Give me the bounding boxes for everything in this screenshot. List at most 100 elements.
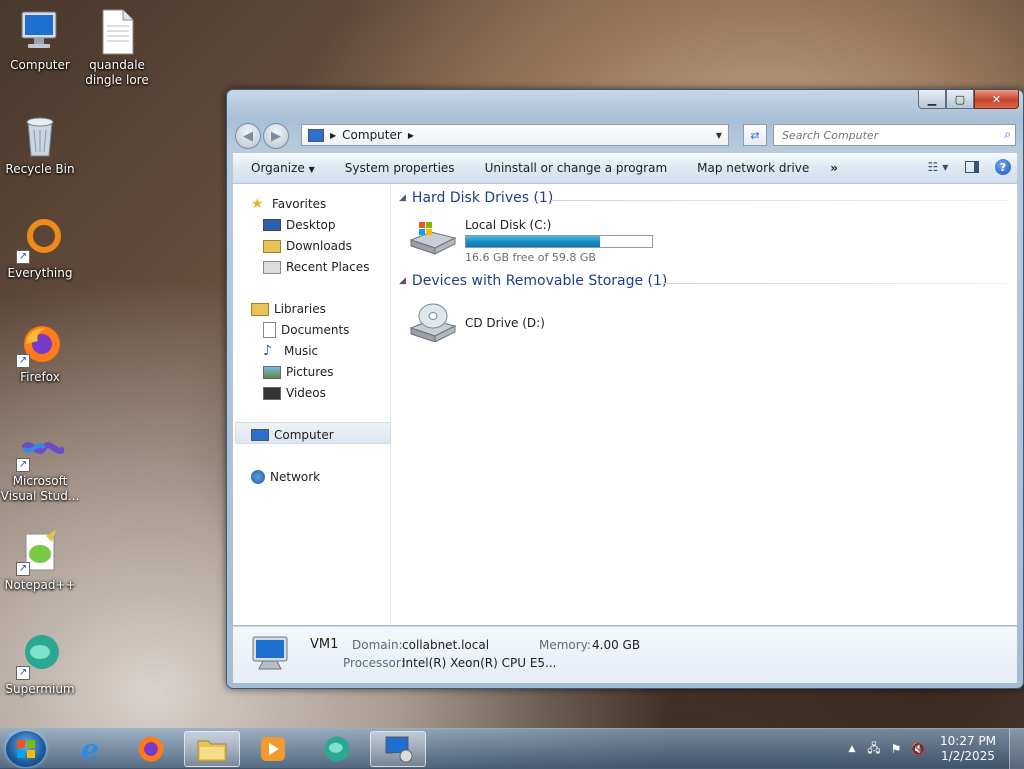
remote-desktop-icon: [385, 736, 413, 763]
breadcrumb-separator-icon[interactable]: ▶: [330, 131, 336, 140]
nav-computer[interactable]: Computer: [251, 425, 334, 445]
clock[interactable]: 10:27 PM 1/2/2025: [933, 734, 1003, 764]
notepad-plus-plus-icon: ↗: [16, 528, 64, 576]
nav-label: Videos: [286, 386, 326, 400]
desktop-icon-recycle-bin[interactable]: Recycle Bin: [0, 112, 80, 177]
navigation-pane: ★ Favorites Desktop Downloads Recent Plac…: [233, 184, 391, 625]
cd-drive-icon: [409, 302, 457, 345]
action-center-flag-icon[interactable]: ⚑: [885, 742, 907, 756]
drive-cd-d[interactable]: CD Drive (D:): [409, 302, 545, 345]
downloads-folder-icon: [263, 239, 281, 253]
nav-network[interactable]: Network: [251, 467, 320, 487]
desktop-icon-label: quandale dingle lore: [85, 58, 149, 87]
everything-search-icon: ↗: [16, 216, 64, 264]
firefox-icon: [138, 736, 164, 762]
breadcrumb-chevron-icon[interactable]: ▶: [408, 131, 414, 140]
collapse-triangle-icon[interactable]: ◢: [399, 276, 406, 286]
group-title: Hard Disk Drives (1): [411, 190, 554, 206]
desktop-icon-notepad-plus-plus[interactable]: ↗ Notepad++: [0, 528, 80, 593]
desktop-icon-everything[interactable]: ↗ Everything: [0, 216, 80, 281]
network-tray-icon[interactable]: 🖧: [863, 739, 885, 760]
processor-value: Intel(R) Xeon(R) CPU E5...: [402, 656, 557, 670]
taskbar: e ▲ 🖧 ⚑ 🔇 10:27 PM 1/2/2025: [0, 728, 1024, 769]
desktop-icon-label: Recycle Bin: [5, 162, 75, 176]
shortcut-arrow-icon: ↗: [16, 666, 30, 680]
start-button[interactable]: [6, 731, 46, 767]
taskbar-internet-explorer[interactable]: e: [62, 731, 118, 767]
map-network-drive-button[interactable]: Map network drive: [682, 161, 824, 175]
group-header-hard-disk-drives[interactable]: ◢ Hard Disk Drives (1): [399, 190, 553, 206]
taskbar-firefox[interactable]: [123, 731, 179, 767]
show-desktop-button[interactable]: [1009, 729, 1024, 769]
desktop-icon-computer[interactable]: Computer: [0, 8, 80, 73]
content-pane: ◢ Hard Disk Drives (1) Local Disk (C:) 16…: [391, 184, 1017, 625]
computer-small-icon: [308, 128, 324, 142]
internet-explorer-icon: e: [81, 732, 99, 766]
nav-libraries[interactable]: Libraries: [251, 299, 326, 319]
supermium-icon: ↗: [16, 632, 64, 680]
nav-favorites[interactable]: ★ Favorites: [251, 194, 326, 214]
show-hidden-icons-button[interactable]: ▲: [841, 744, 863, 754]
collapse-triangle-icon[interactable]: ◢: [399, 193, 406, 203]
help-icon[interactable]: ?: [995, 159, 1011, 175]
group-divider: [551, 200, 1009, 201]
nav-label: Network: [270, 470, 321, 484]
computer-name: VM1: [310, 637, 339, 652]
group-header-removable-storage[interactable]: ◢ Devices with Removable Storage (1): [399, 273, 667, 289]
drive-usage-bar: [465, 235, 653, 248]
maximize-button[interactable]: ▢: [946, 90, 974, 109]
address-dropdown-icon[interactable]: ▼: [710, 125, 728, 145]
forward-button[interactable]: ▶: [263, 123, 289, 149]
folder-icon: [197, 740, 227, 762]
change-view-button[interactable]: ☷ ▼: [927, 158, 949, 176]
shortcut-arrow-icon: ↗: [16, 250, 30, 264]
desktop-icon-visual-studio[interactable]: ↗ Microsoft Visual Stud...: [0, 424, 80, 504]
media-player-icon: [261, 737, 285, 761]
desktop-icon-label: Firefox: [20, 370, 60, 384]
details-pane: VM1 Domain: collabnet.local Memory: 4.00…: [233, 626, 1017, 683]
taskbar-media-player[interactable]: [245, 731, 301, 767]
nav-videos[interactable]: Videos: [263, 383, 326, 403]
organize-button[interactable]: Organize ▼: [233, 161, 330, 175]
desktop-icon-label: Microsoft Visual Stud...: [0, 474, 80, 503]
desktop-icon-supermium[interactable]: ↗ Supermium: [0, 632, 80, 697]
address-bar[interactable]: ▶ Computer ▶ ▼: [301, 124, 729, 146]
taskbar-remote-desktop[interactable]: [370, 731, 426, 767]
nav-pictures[interactable]: Pictures: [263, 362, 334, 382]
search-icon[interactable]: ⌕: [1004, 127, 1011, 142]
more-commands-button[interactable]: »: [824, 161, 844, 175]
documents-icon: [263, 322, 276, 338]
close-button[interactable]: ✕: [974, 90, 1019, 109]
nav-downloads[interactable]: Downloads: [263, 236, 352, 256]
nav-desktop[interactable]: Desktop: [263, 215, 336, 235]
volume-muted-icon[interactable]: 🔇: [907, 742, 929, 756]
refresh-button[interactable]: ⇄: [743, 124, 767, 146]
uninstall-program-button[interactable]: Uninstall or change a program: [470, 161, 683, 175]
nav-label: Pictures: [286, 365, 334, 379]
pictures-icon: [263, 365, 281, 379]
computer-large-icon: [249, 635, 293, 678]
taskbar-windows-explorer[interactable]: [184, 731, 240, 767]
star-icon: ★: [251, 196, 264, 212]
windows-logo-icon: [17, 740, 35, 758]
search-box[interactable]: ⌕: [773, 124, 1016, 146]
nav-recent-places[interactable]: Recent Places: [263, 257, 369, 277]
breadcrumb-computer[interactable]: Computer: [342, 128, 402, 142]
preview-pane-button[interactable]: [961, 158, 983, 176]
minimize-button[interactable]: ▁: [918, 90, 946, 109]
system-properties-button[interactable]: System properties: [330, 161, 470, 175]
memory-value: 4.00 GB: [592, 638, 641, 652]
nav-music[interactable]: ♪ Music: [263, 341, 318, 361]
desktop-icon-label: Supermium: [5, 682, 75, 696]
nav-documents[interactable]: Documents: [263, 320, 349, 340]
music-note-icon: ♪: [263, 343, 272, 359]
drive-local-disk-c[interactable]: Local Disk (C:) 16.6 GB free of 59.8 GB: [409, 218, 653, 264]
search-input[interactable]: [780, 127, 994, 143]
domain-label: Domain:: [352, 638, 403, 652]
desktop-icon-firefox[interactable]: ↗ Firefox: [0, 320, 80, 385]
taskbar-supermium[interactable]: [309, 731, 365, 767]
desktop-icon-document[interactable]: quandale dingle lore: [77, 8, 157, 88]
back-button[interactable]: ◀: [235, 123, 261, 149]
drive-usage-fill: [466, 236, 600, 247]
network-icon: [251, 470, 265, 484]
